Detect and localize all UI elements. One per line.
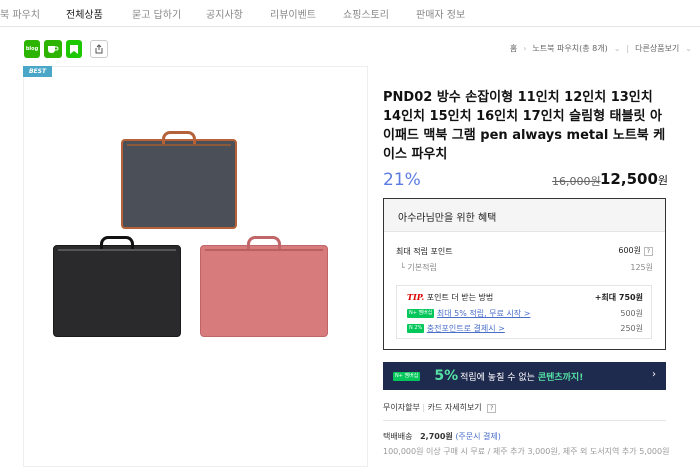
blog-share-icon[interactable]: blog [24, 40, 40, 58]
currency-label: 원 [657, 174, 669, 187]
discount-rate: 21% [383, 170, 421, 190]
membership-badge: N+ 멤버십 [407, 309, 435, 318]
chevron-right-icon: › [652, 369, 656, 380]
pink-bag-image [200, 236, 328, 337]
tip-item-charge: N 2% 충전포인트로 결제시 > [407, 323, 505, 334]
max-points-label: 최대 적립 포인트 [396, 247, 453, 256]
max-points-value: 600원? [618, 245, 653, 256]
gray-bag-image [121, 131, 237, 229]
product-title: PND02 방수 손잡이형 11인치 12인치 13인치 14인치 15인치 1… [383, 90, 666, 162]
breadcrumb-home[interactable]: 홈 [510, 43, 517, 54]
installment-label: 무이자할부 [383, 403, 420, 412]
bookmark-share-icon[interactable] [66, 40, 82, 58]
tip-header: TIP. 포인트 더 받는 방법 [407, 292, 493, 303]
benefit-box: 아수라님만을 위한 혜택 최대 적립 포인트 600원? └ 기본적립 125원… [383, 198, 666, 350]
cafe-share-icon[interactable] [44, 40, 62, 58]
help-icon[interactable]: ? [487, 404, 497, 413]
banner-text: 적립에 놓칠 수 없는 [460, 372, 535, 383]
nav-item-notice[interactable]: 공지사항 [206, 6, 243, 21]
product-image[interactable] [23, 66, 368, 467]
sale-price: 12,500원 [600, 170, 668, 188]
shipping-note: (주문시 결제) [455, 432, 501, 441]
chevron-down-icon[interactable]: ⌄ [685, 44, 692, 53]
tip-item-membership: N+ 멤버십 최대 5% 적립, 무료 시작 > [407, 308, 530, 319]
sale-price-value: 12,500 [600, 170, 658, 188]
banner-membership-badge: N+ 멤버십 [393, 371, 421, 381]
banner-percent: 5% [434, 368, 459, 384]
nav-item-shopping-story[interactable]: 쇼핑스토리 [343, 6, 389, 21]
nav-item-all-products[interactable]: 전체상품 [66, 6, 103, 21]
tip-text: 포인트 더 받는 방법 [426, 293, 494, 302]
payment-row: 무이자할부 | 카드 자세히보기 ? [383, 402, 497, 413]
breadcrumb-separator: › [523, 44, 527, 53]
shipping-fee: 2,700원 [420, 432, 453, 441]
chevron-down-icon[interactable]: ⌄ [614, 44, 621, 53]
basic-points-text: 기본적립 [407, 263, 437, 272]
charge-link[interactable]: 충전포인트로 결제시 > [427, 324, 505, 333]
shipping-label: 택배배송 [383, 432, 413, 441]
banner-highlight: 콘텐츠까지! [537, 372, 584, 383]
nav-item-review-event[interactable]: 리뷰이벤트 [270, 6, 316, 21]
tip-item-charge-value: 250원 [620, 324, 643, 333]
benefit-heading: 아수라님만을 위한 혜택 [384, 199, 665, 232]
other-products-link[interactable]: 다른상품보기 [635, 43, 679, 54]
blog-label: blog [25, 46, 39, 52]
basic-points-label: └ 기본적립 [400, 263, 437, 272]
membership-link[interactable]: 최대 5% 적립, 무료 시작 > [437, 309, 531, 318]
share-icon[interactable] [90, 40, 108, 58]
nav-item-qna[interactable]: 묻고 답하기 [132, 6, 181, 21]
help-icon[interactable]: ? [644, 247, 653, 256]
black-bag-image [53, 236, 181, 337]
original-price: 16,000원 [552, 175, 601, 188]
divider [383, 420, 666, 421]
charge-badge: N 2% [407, 324, 425, 333]
breadcrumb-divider: | [626, 44, 630, 53]
card-detail-link[interactable]: 카드 자세히보기 [428, 403, 482, 412]
nav-item-notebook-pouch[interactable]: 북 파우치 [0, 6, 40, 21]
tip-value: +최대 750원 [594, 293, 643, 302]
best-badge: BEST [23, 66, 52, 77]
shipping-detail: 100,000원 이상 구매 시 무료 / 제주 추가 3,000원, 제주 외… [383, 447, 670, 456]
max-points-amount: 600원 [618, 246, 641, 255]
nav-item-seller-info[interactable]: 판매자 정보 [416, 6, 465, 21]
shipping-row: 택배배송 2,700원 (주문시 결제) [383, 431, 501, 442]
tip-item-membership-value: 500원 [620, 309, 643, 318]
store-nav: 북 파우치 전체상품 묻고 답하기 공지사항 리뷰이벤트 쇼핑스토리 판매자 정… [0, 0, 700, 27]
breadcrumb-category[interactable]: 노트북 파우치(총 8개) [532, 43, 607, 54]
membership-banner[interactable]: N+ 멤버십 5% 적립에 놓칠 수 없는 콘텐츠까지! › [383, 362, 666, 390]
breadcrumb: 홈 › 노트북 파우치(총 8개) ⌄ | 다른상품보기 ⌄ [510, 43, 692, 54]
tip-box: TIP. 포인트 더 받는 방법 +최대 750원 N+ 멤버십 최대 5% 적… [396, 285, 652, 339]
basic-points-value: 125원 [630, 263, 653, 272]
tip-label: TIP. [407, 292, 425, 302]
